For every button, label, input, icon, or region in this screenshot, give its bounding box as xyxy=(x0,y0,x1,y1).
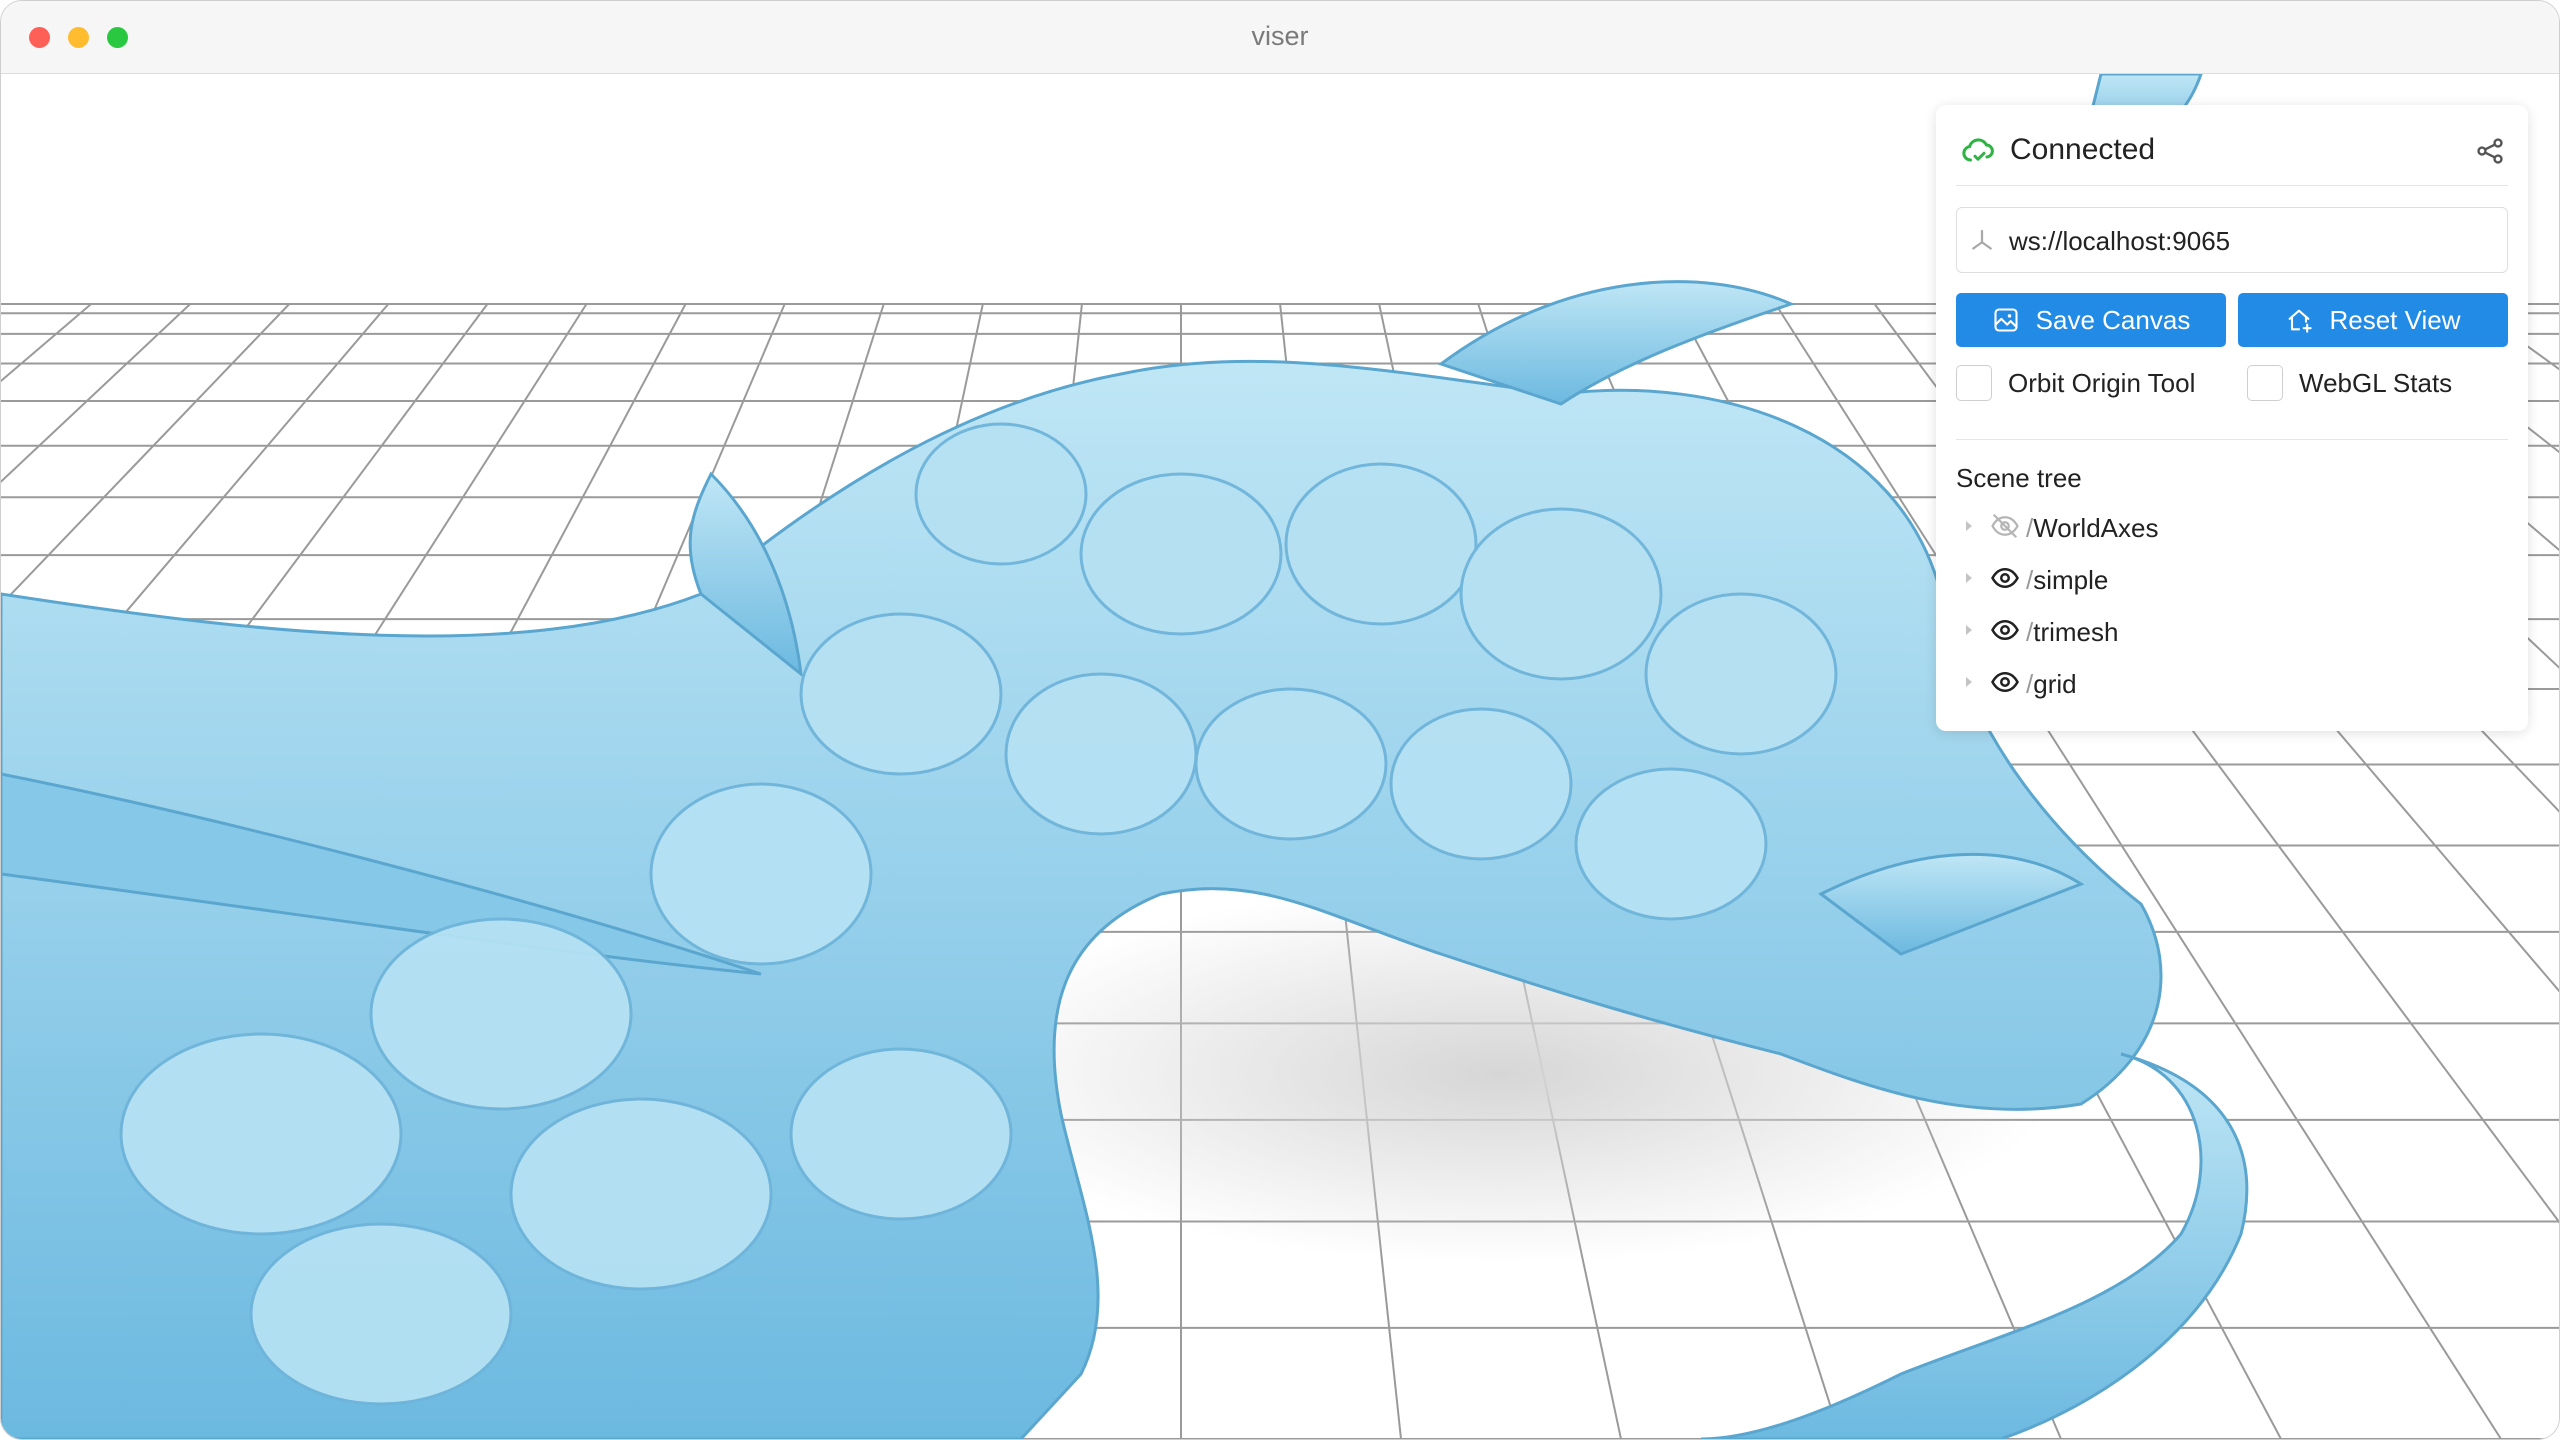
divider xyxy=(1956,185,2508,186)
server-url-value: ws://localhost:9065 xyxy=(2009,226,2231,256)
tree-item-worldaxes[interactable]: /WorldAxes xyxy=(1964,505,2484,549)
tree-item-label: /grid xyxy=(2026,669,2077,699)
app-window: viser Connected ws://localhost:9065 Save… xyxy=(0,0,2560,1440)
share-icon[interactable] xyxy=(2474,135,2506,167)
orbit-origin-toggle[interactable]: Orbit Origin Tool xyxy=(1956,363,2195,403)
webgl-stats-toggle[interactable]: WebGL Stats xyxy=(2247,363,2452,403)
title-bar: viser xyxy=(1,1,2559,74)
connection-status: Connected xyxy=(2010,133,2156,166)
window-title: viser xyxy=(1251,21,1309,51)
plug-icon xyxy=(1972,229,1992,250)
scene-tree-title: Scene tree xyxy=(1956,463,2082,493)
orbit-origin-checkbox[interactable] xyxy=(1956,365,1992,401)
server-url-input[interactable]: ws://localhost:9065 xyxy=(1956,207,2508,273)
tree-item-trimesh[interactable]: /trimesh xyxy=(1964,609,2484,653)
photo-icon xyxy=(1994,308,2018,332)
eye-icon[interactable] xyxy=(1988,615,2022,645)
orbit-origin-label: Orbit Origin Tool xyxy=(2008,367,2196,398)
cloud-check-icon xyxy=(1962,138,1994,162)
caret-right-icon[interactable] xyxy=(1964,571,1974,585)
reset-view-button[interactable]: Reset View xyxy=(2238,293,2508,347)
webgl-stats-label: WebGL Stats xyxy=(2299,367,2453,398)
reset-view-label: Reset View xyxy=(2329,304,2461,335)
home-move-icon xyxy=(2289,309,2313,333)
eye-off-icon[interactable] xyxy=(1988,511,2022,541)
divider xyxy=(1956,439,2508,440)
tree-item-label: /trimesh xyxy=(2026,617,2119,647)
tree-item-label: /simple xyxy=(2026,565,2109,595)
caret-right-icon[interactable] xyxy=(1964,519,1974,533)
caret-right-icon[interactable] xyxy=(1964,623,1974,637)
tree-item-label: /WorldAxes xyxy=(2026,513,2159,543)
save-canvas-button[interactable]: Save Canvas xyxy=(1956,293,2226,347)
caret-right-icon[interactable] xyxy=(1964,675,1974,689)
eye-icon[interactable] xyxy=(1988,667,2022,697)
tree-item-grid[interactable]: /grid xyxy=(1964,661,2484,705)
connection-header: Connected xyxy=(1960,127,2508,175)
control-panel: Connected ws://localhost:9065 Save Canva… xyxy=(1936,105,2528,731)
save-canvas-label: Save Canvas xyxy=(2035,304,2191,335)
eye-icon[interactable] xyxy=(1988,563,2022,593)
tree-item-simple[interactable]: /simple xyxy=(1964,557,2484,601)
webgl-stats-checkbox[interactable] xyxy=(2247,365,2283,401)
